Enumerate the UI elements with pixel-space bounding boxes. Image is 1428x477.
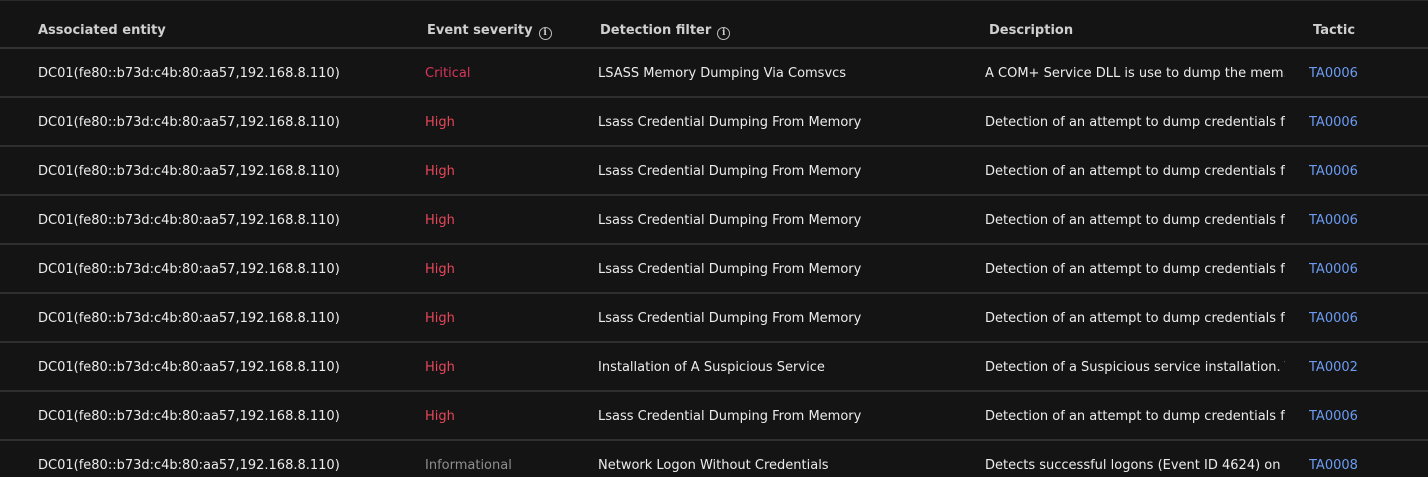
info-icon[interactable]: i xyxy=(538,27,552,40)
description-cell: Detects successful logons (Event ID 4624… xyxy=(985,458,1285,473)
detection-filter-cell: Lsass Credential Dumping From Memory xyxy=(598,164,862,179)
column-header-label: Detection filter xyxy=(600,23,712,38)
table-row[interactable]: DC01(fe80::b73d:c4b:80:aa57,192.168.8.11… xyxy=(0,245,1428,294)
column-header-tactic[interactable]: Tactic xyxy=(1313,13,1355,47)
table-row[interactable]: DC01(fe80::b73d:c4b:80:aa57,192.168.8.11… xyxy=(0,343,1428,392)
description-cell: Detection of an attempt to dump credenti… xyxy=(985,213,1285,228)
tactic-link[interactable]: TA0006 xyxy=(1309,294,1399,343)
detection-filter-cell: Lsass Credential Dumping From Memory xyxy=(598,115,862,130)
column-header-label: Tactic xyxy=(1313,23,1356,38)
column-header-event-severity[interactable]: Event severity i xyxy=(427,13,552,47)
table-row[interactable]: DC01(fe80::b73d:c4b:80:aa57,192.168.8.11… xyxy=(0,392,1428,441)
associated-entity-cell: DC01(fe80::b73d:c4b:80:aa57,192.168.8.11… xyxy=(38,360,340,375)
column-header-label: Associated entity xyxy=(38,23,166,38)
table-row[interactable]: DC01(fe80::b73d:c4b:80:aa57,192.168.8.11… xyxy=(0,196,1428,245)
detection-filter-cell: Network Logon Without Credentials xyxy=(598,458,829,473)
associated-entity-cell: DC01(fe80::b73d:c4b:80:aa57,192.168.8.11… xyxy=(38,311,340,326)
tactic-link[interactable]: TA0006 xyxy=(1309,147,1399,196)
table-header: Associated entity Event severity i Detect… xyxy=(0,13,1428,49)
associated-entity-cell: DC01(fe80::b73d:c4b:80:aa57,192.168.8.11… xyxy=(38,458,340,473)
tactic-link[interactable]: TA0006 xyxy=(1309,98,1399,147)
column-header-associated-entity[interactable]: Associated entity xyxy=(38,13,166,47)
event-severity-cell: High xyxy=(425,360,455,375)
description-cell: A COM+ Service DLL is use to dump the me… xyxy=(985,66,1285,81)
tactic-link[interactable]: TA0008 xyxy=(1309,441,1399,477)
column-header-description[interactable]: Description xyxy=(989,13,1073,47)
description-cell: Detection of an attempt to dump credenti… xyxy=(985,262,1285,277)
detection-filter-cell: Installation of A Suspicious Service xyxy=(598,360,825,375)
table-row[interactable]: DC01(fe80::b73d:c4b:80:aa57,192.168.8.11… xyxy=(0,98,1428,147)
associated-entity-cell: DC01(fe80::b73d:c4b:80:aa57,192.168.8.11… xyxy=(38,409,340,424)
detection-filter-cell: Lsass Credential Dumping From Memory xyxy=(598,262,862,277)
event-severity-cell: High xyxy=(425,213,455,228)
associated-entity-cell: DC01(fe80::b73d:c4b:80:aa57,192.168.8.11… xyxy=(38,213,340,228)
tactic-link[interactable]: TA0006 xyxy=(1309,392,1399,441)
event-severity-cell: High xyxy=(425,311,455,326)
associated-entity-cell: DC01(fe80::b73d:c4b:80:aa57,192.168.8.11… xyxy=(38,262,340,277)
associated-entity-cell: DC01(fe80::b73d:c4b:80:aa57,192.168.8.11… xyxy=(38,164,340,179)
table-row[interactable]: DC01(fe80::b73d:c4b:80:aa57,192.168.8.11… xyxy=(0,49,1428,98)
tactic-link[interactable]: TA0002 xyxy=(1309,343,1399,392)
info-icon[interactable]: i xyxy=(717,27,731,40)
column-header-detection-filter[interactable]: Detection filter i xyxy=(600,13,731,47)
tactic-link[interactable]: TA0006 xyxy=(1309,245,1399,294)
tactic-link[interactable]: TA0006 xyxy=(1309,49,1399,98)
tactic-link[interactable]: TA0006 xyxy=(1309,196,1399,245)
event-severity-cell: Critical xyxy=(425,66,471,81)
table-row[interactable]: DC01(fe80::b73d:c4b:80:aa57,192.168.8.11… xyxy=(0,441,1428,477)
detection-filter-cell: Lsass Credential Dumping From Memory xyxy=(598,409,862,424)
event-severity-cell: High xyxy=(425,164,455,179)
column-header-label: Event severity xyxy=(427,23,533,38)
table-row[interactable]: DC01(fe80::b73d:c4b:80:aa57,192.168.8.11… xyxy=(0,294,1428,343)
description-cell: Detection of an attempt to dump credenti… xyxy=(985,115,1285,130)
detection-filter-cell: Lsass Credential Dumping From Memory xyxy=(598,213,862,228)
event-severity-cell: Informational xyxy=(425,458,512,473)
event-severity-cell: High xyxy=(425,409,455,424)
associated-entity-cell: DC01(fe80::b73d:c4b:80:aa57,192.168.8.11… xyxy=(38,115,340,130)
detection-filter-cell: Lsass Credential Dumping From Memory xyxy=(598,311,862,326)
description-cell: Detection of an attempt to dump credenti… xyxy=(985,409,1285,424)
description-cell: Detection of a Suspicious service instal… xyxy=(985,360,1285,375)
column-header-label: Description xyxy=(989,23,1074,38)
description-cell: Detection of an attempt to dump credenti… xyxy=(985,164,1285,179)
event-severity-cell: High xyxy=(425,115,455,130)
associated-entity-cell: DC01(fe80::b73d:c4b:80:aa57,192.168.8.11… xyxy=(38,66,340,81)
event-severity-cell: High xyxy=(425,262,455,277)
detection-filter-cell: LSASS Memory Dumping Via Comsvcs xyxy=(598,66,847,81)
table-body: DC01(fe80::b73d:c4b:80:aa57,192.168.8.11… xyxy=(0,49,1428,477)
description-cell: Detection of an attempt to dump credenti… xyxy=(985,311,1285,326)
events-table: Associated entity Event severity i Detect… xyxy=(0,0,1428,477)
table-row[interactable]: DC01(fe80::b73d:c4b:80:aa57,192.168.8.11… xyxy=(0,147,1428,196)
